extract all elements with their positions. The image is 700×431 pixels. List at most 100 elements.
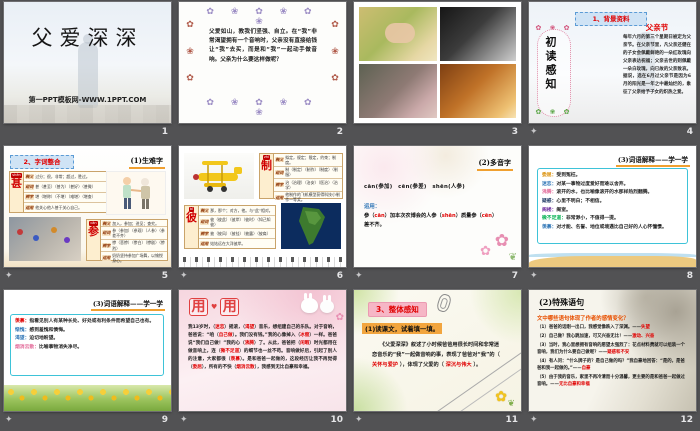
slide-number: 5 <box>161 271 168 281</box>
slide-cell-7: (2)多音字 cān(参加) cēn(参差) shēn(人参) 运用： 参（cā… <box>350 144 525 288</box>
slide-thumbnail-1[interactable]: 父爱深深 第一PPT模板网-WWW.1PPT.COM <box>3 1 172 124</box>
slide-thumbnail-7[interactable]: (2)多音字 cān(参加) cēn(参差) shēn(人参) 运用： 参（cā… <box>353 145 522 268</box>
row-value: 彼（彼此）（彼岸）（彼时）（知己知彼） <box>210 216 271 227</box>
slide-number: 7 <box>511 271 518 281</box>
row-label: 释义 <box>25 173 34 180</box>
bunny-icon <box>301 293 318 313</box>
flower-border-left-icon: ✿ ❀ ✿ <box>185 20 195 91</box>
slide-thumbnail-8[interactable]: (3)词语解释——学一学 委屈：受到冤枉。 迷恋：对某一事物过度爱好而难以舍弃。… <box>528 145 697 268</box>
row-label: 辨字 <box>25 194 34 200</box>
slide-cell-12: (2)特殊语句 文中哪些语句体现了作者的感情变化？ （1）爸爸的话刚一出口，我感… <box>525 288 700 431</box>
slide-cell-5: 2、字词整合 (1)生难字 shèn 甚 释义 过分；很，非常；超过，胜过。 组词甚… <box>0 144 175 288</box>
quote-item: （1）爸爸的话刚一出口，我感觉像跌入了深渊。——失望 <box>537 325 650 330</box>
row-value: 那，那个；对方，他。与“此”相对。 <box>210 207 273 213</box>
row-value: 堪（堪称）（不堪）（难堪）（堪查） <box>35 194 96 200</box>
slide-thumbnail-12[interactable]: (2)特殊语句 文中哪些语句体现了作者的感情变化？ （1）爸爸的话刚一出口，我感… <box>528 289 697 412</box>
flower-cluster-icon: ✿ <box>335 312 344 323</box>
photo-south-america-map <box>281 203 341 249</box>
row-value: 甚（甚至）（甚为）（甚好）（甚微） <box>35 184 96 190</box>
row-label: 辨字 <box>102 242 111 249</box>
animation-indicator-icon: ✦ <box>180 414 188 425</box>
slide5-sub-header: (1)生难字 <box>128 156 165 169</box>
leaf-icon: ❦ <box>507 399 515 409</box>
definition-line: 渴望：迫切地盼望。 <box>15 336 59 342</box>
quote-item: （4）有人问：“什么牌子的？是自己做的吗？”我自豪地回答：“是的，是爸爸和我一起… <box>537 358 685 371</box>
row-value: 治（治理）（治安）（医治）（治学） <box>285 179 338 190</box>
photo-square-dance <box>9 217 81 261</box>
row-value: 拟定，规定；限定，约束；制度。 <box>285 154 336 165</box>
word-table-shen: shèn 甚 释义 过分；很，非常；超过，胜过。 组词 甚（甚至）（甚为）（甚好）（甚… <box>9 171 107 213</box>
flower-oval-bottom-icon: ✿ ❀ ✿ <box>535 108 573 116</box>
slide-number: 9 <box>161 415 168 425</box>
row-value: 参（参加）（参观）（人参）（参差不齐） <box>112 227 165 239</box>
slide1-subtitle: 第一PPT模板网-WWW.1PPT.COM <box>28 96 147 104</box>
seal-char: 用 <box>189 298 208 317</box>
row-value: 他关心他人甚于关心自己。 <box>35 204 82 210</box>
piano-keys-strip <box>179 257 346 267</box>
slide-cell-9: (3)词语解释——学一学 羡慕：指看见别人有某种长处、好处或有利条件而希望自己也… <box>0 288 175 431</box>
character: 甚 <box>11 176 22 190</box>
paperclip-icon <box>435 292 453 314</box>
slide-thumbnail-5[interactable]: 2、字词整合 (1)生难字 shèn 甚 释义 过分；很，非常；超过，胜过。 组词甚… <box>3 145 172 268</box>
slide-thumbnail-9[interactable]: (3)词语解释——学一学 羡慕：指看见别人有某种长处、好处或有利条件而希望自己也… <box>3 289 172 412</box>
row-value: 奶奶坚持参加广场舞，以愉悦身心。 <box>112 252 163 264</box>
word-table-zhi: zhì 制 释义 拟定，规定；限定，约束；制度。 组词 制（制定）（制作）（制度）（制… <box>259 153 343 202</box>
cartoon-walking-figures <box>106 171 166 215</box>
row-value: 加入，参加；进见；查究。 <box>112 220 159 226</box>
slide-thumbnail-3[interactable] <box>353 1 522 124</box>
photo-baby-hand <box>359 7 437 61</box>
slide-thumbnail-4[interactable]: 1、背景资料 ✿ ❀ ✿ 初读感知 ✿ ❀ ✿ 父亲节 每年六月的第三个星期日被… <box>528 1 697 124</box>
slide4-body-text: 每年六月的第三个星期日被定为父亲节。在父亲节里，凡父亲还健在的子女会佩戴鲜艳的一… <box>623 35 691 96</box>
animation-indicator-icon: ✦ <box>530 270 538 281</box>
slide-thumbnail-2[interactable]: ✿ ❀ ✿ ❀ ✿ ❀ ✿ ❀ ✿ ❀ ✿ ❀ ✿ ❀ ✿ ✿ ❀ ✿ 父爱如山… <box>178 1 347 124</box>
slide-thumbnail-11[interactable]: 3、整体感知 (1)读课文，试着填一填。 《父爱深深》叙述了小时候爸爸用很长时间… <box>353 289 522 412</box>
slide-number: 2 <box>336 127 343 137</box>
slide9-sub-header: (3)词语解释——学一学 <box>90 298 165 311</box>
leaf-icon: ❦ <box>508 252 517 263</box>
animation-indicator-icon: ✦ <box>355 270 363 281</box>
row-label: 释义 <box>275 157 284 163</box>
row-label: 运用 <box>275 194 284 200</box>
slide-cell-8: (3)词语解释——学一学 委屈：受到冤枉。 迷恋：对某一事物过度爱好而难以舍弃。… <box>525 144 700 288</box>
slide-cell-2: ✿ ❀ ✿ ❀ ✿ ❀ ✿ ❀ ✿ ❀ ✿ ❀ ✿ ❀ ✿ ✿ ❀ ✿ 父爱如山… <box>175 0 350 144</box>
animation-indicator-icon: ✦ <box>530 126 538 137</box>
definitions-box: 羡慕：指看见别人有某种长处、好处或有利条件而希望自己也有。 惭愧：感到羞愧和懊悔… <box>10 314 164 376</box>
slide7-sub-header: (2)多音字 <box>476 158 513 171</box>
slide-cell-6: zhì 制 释义 拟定，规定；限定，约束；制度。 组词 制（制定）（制作）（制度）（制… <box>175 144 350 288</box>
slide-sorter-grid: 父爱深深 第一PPT模板网-WWW.1PPT.COM 1 ✿ ❀ ✿ ❀ ✿ ❀… <box>0 0 700 431</box>
animation-indicator-icon: ✦ <box>180 270 188 281</box>
flower-border-right-icon: ✿ ❀ ✿ <box>330 20 340 91</box>
row-label: 组词 <box>275 169 284 175</box>
row-label: 组词 <box>102 230 111 236</box>
rose-icon: ✿ <box>480 244 491 259</box>
slide-thumbnail-10[interactable]: 用 ♥ 用 ✿ 我13岁时，（迷恋）摇滚，（渴望）音乐，想组建自己的乐队。对于音… <box>178 289 347 412</box>
slide-cell-10: 用 ♥ 用 ✿ 我13岁时，（迷恋）摇滚，（渴望）音乐，想组建自己的乐队。对于音… <box>175 288 350 431</box>
slide-number: 4 <box>686 127 693 137</box>
definition-line: 羡慕：指看见别人有某种长处、好处或有利条件而希望自己也有。 <box>15 319 155 324</box>
flower-border-top-icon: ✿ ❀ ✿ ❀ ✿ ❀ <box>206 7 319 27</box>
use-it-seal-title: 用 ♥ 用 <box>189 298 240 317</box>
slide-cell-11: 3、整体感知 (1)读课文，试着填一填。 《父爱深深》叙述了小时候爸爸用很长时间… <box>350 288 525 431</box>
sand-strip <box>529 256 696 267</box>
row-label: 运用 <box>102 255 111 261</box>
character: 彼 <box>186 210 197 224</box>
photo-wedding <box>440 64 516 118</box>
slide-cell-1: 父爱深深 第一PPT模板网-WWW.1PPT.COM 1 <box>0 0 175 144</box>
definitions-box: 委屈：受到冤枉。 迷恋：对某一事物过度爱好而难以舍弃。 沸腾：滚开的水，也比喻像… <box>537 168 688 244</box>
definition-line: 委屈：受到冤枉。 <box>542 173 581 178</box>
slide-number: 12 <box>680 415 693 425</box>
slide2-intro-text: 父爱如山，教我们坚强、自立。在“我”非常渴望拥有一个音响时，父亲没有直接给钱让“… <box>209 29 317 63</box>
row-value: 他制作的飞机模型获得科技小制作一等奖。 <box>285 192 340 203</box>
animation-indicator-icon: ✦ <box>5 414 13 425</box>
row-label: 运用 <box>25 204 34 210</box>
slide-number: 8 <box>686 271 693 281</box>
animation-indicator-icon: ✦ <box>530 414 538 425</box>
slide-thumbnail-6[interactable]: zhì 制 释义 拟定，规定；限定，约束；制度。 组词 制（制定）（制作）（制度）（制… <box>178 145 347 268</box>
photo-reading-bw <box>440 7 516 61</box>
slide7-usage-sentence: 参（cān）加本次农博会的人参（shēn）质量参（cēn）差不齐。 <box>364 213 495 228</box>
slide-number: 1 <box>161 127 168 137</box>
photo-yellow-biplane <box>184 153 254 199</box>
slide8-sub-header: (3)词语解释——学一学 <box>615 154 690 167</box>
heart-icon: ♥ <box>211 303 218 312</box>
slide7-usage-label: 运用： <box>364 204 381 210</box>
